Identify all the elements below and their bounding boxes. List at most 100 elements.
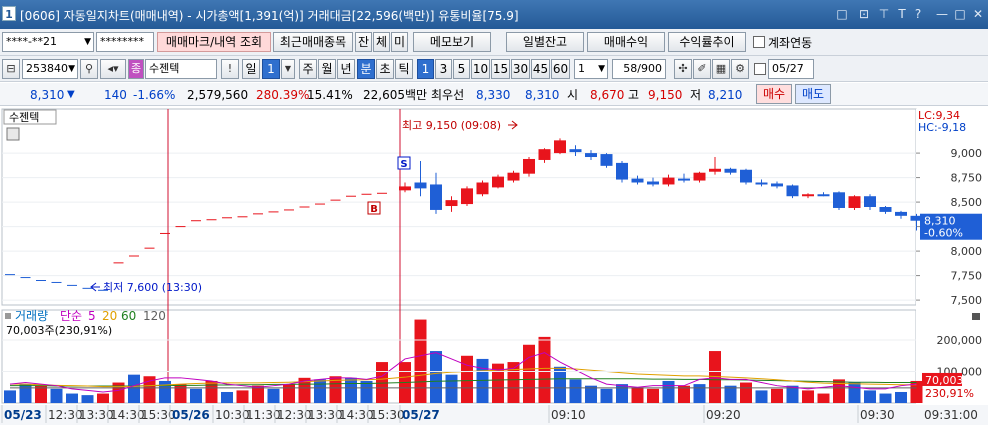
volume-value-label: 70,003주(230,91%) bbox=[6, 324, 112, 337]
window-title: [0606] 자동일지차트(매매내역) - 시가총액[1,391(억)] 거래대… bbox=[20, 9, 519, 23]
recent-stocks-button[interactable]: 최근매매종목 bbox=[273, 32, 353, 52]
time-axis-label: 05/27 bbox=[402, 408, 440, 422]
range-input[interactable]: 58/900 bbox=[612, 59, 666, 79]
alert-icon[interactable]: ! bbox=[221, 59, 239, 79]
trade-mark-query-button[interactable]: 매매마크/내역 조회 bbox=[157, 32, 271, 52]
quote-bid: 8,310 bbox=[525, 88, 560, 102]
account-select[interactable]: ****-**21 ▼ bbox=[2, 32, 94, 52]
grid-icon[interactable]: ▦ bbox=[712, 59, 730, 79]
count-value: 1 bbox=[578, 62, 585, 75]
interval-1[interactable]: 1 bbox=[417, 59, 434, 79]
candle-body bbox=[693, 172, 706, 181]
period-second[interactable]: 초 bbox=[376, 59, 394, 79]
volume-bar bbox=[236, 390, 249, 403]
stock-name-field[interactable]: 수젠텍 bbox=[145, 59, 217, 79]
account-toolbar: ****-**21 ▼ ******** 매매마크/내역 조회 최근매매종목 잔 … bbox=[0, 29, 988, 56]
title-bar: 1 [0606] 자동일지차트(매매내역) - 시가총액[1,391(억)] 거… bbox=[0, 0, 988, 29]
day-interval-value[interactable]: 1 bbox=[262, 59, 280, 79]
quote-change-pct: -1.66% bbox=[133, 88, 176, 102]
volume-bar bbox=[755, 390, 768, 403]
buy-button[interactable]: 매수 bbox=[756, 84, 792, 104]
candle-body bbox=[864, 196, 876, 207]
period-week[interactable]: 주 bbox=[299, 59, 317, 79]
interval-5[interactable]: 5 bbox=[453, 59, 470, 79]
link-icon[interactable]: □ bbox=[834, 6, 850, 22]
volume-bar bbox=[631, 387, 644, 403]
quote-volume: 2,579,560 bbox=[187, 88, 249, 102]
font-icon[interactable]: T bbox=[894, 6, 910, 22]
candle-body bbox=[461, 188, 473, 205]
gear-icon[interactable]: ⚙ bbox=[731, 59, 749, 79]
minimize-icon[interactable]: — bbox=[934, 6, 950, 22]
volume-bar bbox=[662, 380, 675, 403]
volume-bar bbox=[569, 379, 582, 403]
quote-change: 140 bbox=[104, 88, 127, 102]
date-checkbox[interactable] bbox=[754, 63, 766, 75]
tools-icon[interactable]: ✣ bbox=[674, 59, 692, 79]
memo-view-button[interactable]: 메모보기 bbox=[413, 32, 491, 52]
candle-body bbox=[631, 178, 644, 183]
volume-bar bbox=[97, 393, 109, 403]
stock-code-input[interactable]: 253840 ▼ bbox=[22, 59, 78, 79]
high-annotation: 최고 9,150 (09:08) bbox=[402, 119, 501, 132]
volume-legend-item: 5 bbox=[88, 309, 96, 323]
volume-bar bbox=[50, 388, 63, 403]
period-month[interactable]: 월 bbox=[318, 59, 336, 79]
candle-body bbox=[817, 194, 830, 197]
candle-body bbox=[709, 168, 721, 172]
current-volume-pct-label: 230,91% bbox=[925, 387, 974, 400]
password-input[interactable]: ******** bbox=[96, 32, 154, 52]
pin-icon[interactable]: ⊤ bbox=[876, 6, 892, 22]
executed-button[interactable]: 체 bbox=[373, 32, 390, 52]
period-day[interactable]: 일 bbox=[242, 59, 260, 79]
volume-bar bbox=[740, 382, 752, 403]
candle-body bbox=[616, 162, 628, 180]
count-input[interactable]: 1 ▼ bbox=[574, 59, 608, 79]
search-icon[interactable]: ⚲ bbox=[80, 59, 98, 79]
daily-balance-button[interactable]: 일별잔고 bbox=[506, 32, 584, 52]
candle-body bbox=[833, 192, 845, 208]
interval-60[interactable]: 60 bbox=[551, 59, 570, 79]
layout-icon[interactable]: ⊟ bbox=[2, 59, 20, 79]
candle-body bbox=[445, 200, 458, 207]
period-year[interactable]: 년 bbox=[337, 59, 355, 79]
return-trend-button[interactable]: 수익률추이 bbox=[668, 32, 746, 52]
draw-icon[interactable]: ✐ bbox=[693, 59, 711, 79]
current-volume-label: 70,003 bbox=[925, 374, 964, 387]
chevron-down-icon[interactable]: ▼ bbox=[281, 59, 295, 79]
speaker-icon[interactable]: ◂▾ bbox=[100, 59, 126, 79]
screen-icon[interactable]: ⊡ bbox=[856, 6, 872, 22]
interval-3[interactable]: 3 bbox=[435, 59, 452, 79]
sell-button[interactable]: 매도 bbox=[795, 84, 831, 104]
balance-button[interactable]: 잔 bbox=[355, 32, 372, 52]
trade-profit-button[interactable]: 매매수익 bbox=[587, 32, 665, 52]
candlestick-chart[interactable]: 9,0008,7508,5008,2508,0007,7507,500최고 9,… bbox=[0, 107, 988, 425]
period-tick[interactable]: 틱 bbox=[395, 59, 413, 79]
close-icon[interactable]: ✕ bbox=[970, 6, 986, 22]
help-icon[interactable]: ? bbox=[910, 6, 926, 22]
unexecuted-button[interactable]: 미 bbox=[391, 32, 408, 52]
maximize-icon[interactable]: □ bbox=[952, 6, 968, 22]
volume-legend-item: 단순 bbox=[60, 309, 82, 323]
candle-body bbox=[585, 153, 597, 158]
volume-bar bbox=[461, 355, 473, 403]
candle-body bbox=[802, 194, 814, 197]
chart-area[interactable]: 9,0008,7508,5008,2508,0007,7507,500최고 9,… bbox=[0, 107, 988, 425]
high-label: 고 bbox=[628, 88, 640, 102]
candle-body bbox=[600, 154, 613, 166]
interval-30[interactable]: 30 bbox=[511, 59, 530, 79]
volume-bar bbox=[314, 379, 326, 403]
account-link-checkbox[interactable] bbox=[753, 36, 765, 48]
volume-bar bbox=[848, 382, 861, 403]
quote-open: 8,670 bbox=[590, 88, 625, 102]
interval-45[interactable]: 45 bbox=[531, 59, 550, 79]
volume-bar bbox=[267, 388, 280, 403]
volume-legend-item: 20 bbox=[102, 309, 117, 323]
chevron-down-icon: ▼ bbox=[84, 37, 91, 47]
volume-bar bbox=[693, 384, 706, 403]
interval-10[interactable]: 10 bbox=[471, 59, 490, 79]
period-minute[interactable]: 분 bbox=[357, 59, 375, 79]
time-axis-label: 05/26 bbox=[172, 408, 210, 422]
interval-15[interactable]: 15 bbox=[491, 59, 510, 79]
date-input[interactable]: 05/27 bbox=[768, 59, 814, 79]
